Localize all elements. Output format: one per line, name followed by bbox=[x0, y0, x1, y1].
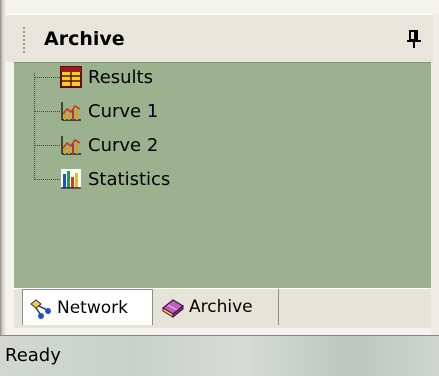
status-text: Ready bbox=[5, 345, 61, 366]
book-icon bbox=[161, 299, 185, 318]
tree-connector bbox=[34, 77, 60, 78]
tab-archive[interactable]: Archive bbox=[155, 289, 279, 325]
table-icon bbox=[60, 66, 82, 88]
tab-network[interactable]: Network bbox=[22, 289, 153, 325]
status-bar bbox=[0, 335, 439, 376]
tree-connector bbox=[34, 111, 60, 112]
tree-item-label: Results bbox=[88, 66, 153, 88]
panel-title: Archive bbox=[44, 28, 125, 50]
tab-label: Archive bbox=[189, 297, 253, 317]
tab-label: Network bbox=[57, 297, 128, 318]
statistics-chart-icon bbox=[61, 169, 81, 189]
tree-connector bbox=[34, 179, 60, 180]
curve-chart-icon bbox=[61, 102, 81, 121]
tree-item-label: Curve 2 bbox=[88, 134, 159, 156]
tree-item-curve-1[interactable]: Curve 1 bbox=[60, 98, 158, 124]
tree-connector bbox=[34, 73, 35, 180]
pin-icon[interactable] bbox=[407, 30, 421, 48]
tree-connector bbox=[34, 145, 60, 146]
panel-right-border bbox=[431, 14, 439, 335]
tree-item-label: Curve 1 bbox=[88, 100, 159, 122]
tree-item-curve-2[interactable]: Curve 2 bbox=[60, 132, 158, 158]
curve-chart-icon bbox=[61, 136, 81, 155]
network-icon bbox=[30, 298, 51, 319]
tree-item-statistics[interactable]: Statistics bbox=[60, 166, 170, 192]
tree-item-label: Statistics bbox=[88, 168, 171, 190]
drag-grip-icon[interactable] bbox=[23, 27, 28, 53]
tree-item-results[interactable]: Results bbox=[60, 64, 153, 90]
archive-window: Archive Results Curve 1 Curve 2 Statisti… bbox=[0, 0, 439, 376]
